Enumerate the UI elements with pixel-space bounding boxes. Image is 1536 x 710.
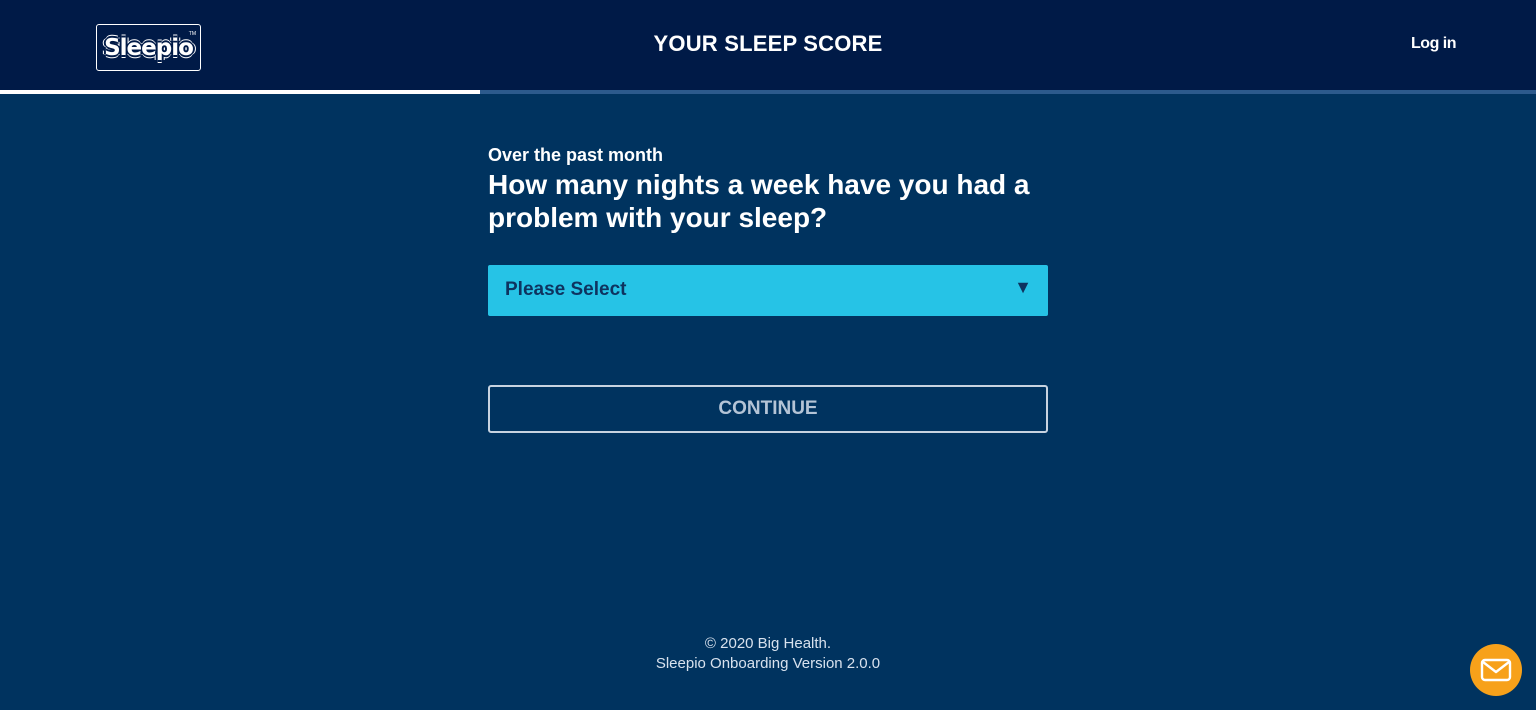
mail-button[interactable]: [1470, 644, 1522, 696]
chevron-down-icon: ▼: [1014, 277, 1032, 297]
mail-icon: [1480, 658, 1512, 682]
version-text: Sleepio Onboarding Version 2.0.0: [655, 655, 881, 672]
progress-bar-fill: [0, 90, 480, 94]
question-panel: Over the past month How many nights a we…: [488, 144, 1048, 433]
footer: © 2020 Big Health. Sleepio Onboarding Ve…: [0, 634, 1536, 674]
progress-bar: [0, 90, 1536, 94]
question-subheading: Over the past month: [488, 145, 664, 165]
question-text: How many nights a week have you had a pr…: [488, 169, 1030, 233]
login-link[interactable]: Log in: [1411, 35, 1456, 53]
select-value: Please Select: [505, 279, 627, 300]
page-title: YOUR SLEEP SCORE: [653, 31, 883, 56]
top-header: Sleepio TM YOUR SLEEP SCORE Log in: [0, 0, 1536, 90]
continue-button[interactable]: CONTINUE: [488, 385, 1048, 433]
copyright-text: © 2020 Big Health.: [704, 635, 832, 652]
nights-select[interactable]: Please Select ▼: [488, 265, 1048, 316]
